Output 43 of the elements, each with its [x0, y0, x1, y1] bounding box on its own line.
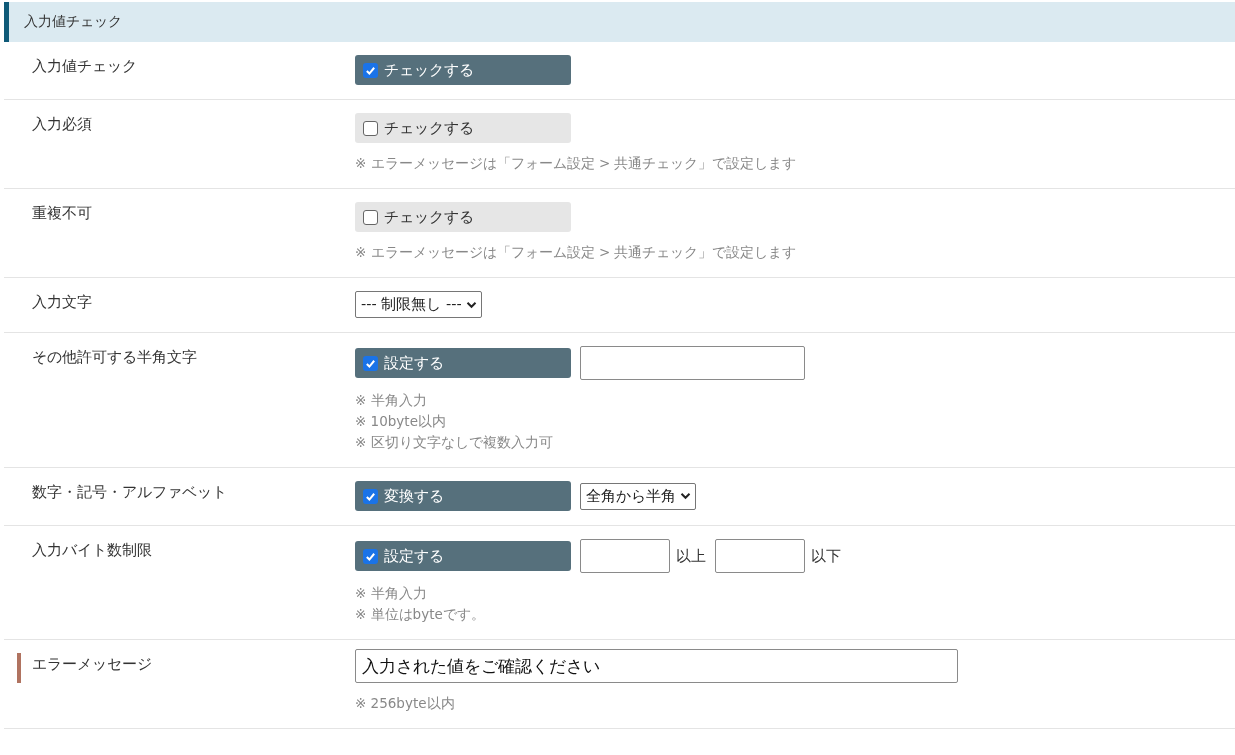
checkbox-option[interactable]: チェックする: [355, 55, 571, 85]
field-label: その他許可する半角文字: [32, 348, 197, 367]
field-label: 入力必須: [32, 115, 92, 134]
field-label: エラーメッセージ: [32, 655, 152, 674]
dropdown[interactable]: --- 制限無し ---: [355, 291, 482, 318]
field-label: 数字・記号・アルファベット: [32, 483, 227, 502]
input-field[interactable]: 入力された値をご確認ください: [355, 649, 958, 683]
checkbox[interactable]: [363, 355, 378, 371]
note-text: ※ 半角入力: [355, 584, 428, 603]
checkmark-icon: [365, 550, 376, 562]
note-text: ※ エラーメッセージは「フォーム設定 > 共通チェック」で設定します: [355, 243, 797, 262]
section-header: 入力値チェック: [4, 2, 1235, 42]
checkbox-option[interactable]: 設定する: [355, 541, 571, 571]
note-text: ※ エラーメッセージは「フォーム設定 > 共通チェック」で設定します: [355, 154, 797, 173]
note-text: ※ 単位はbyteです。: [355, 605, 486, 624]
dropdown[interactable]: 全角から半角: [580, 482, 696, 510]
checkbox-option[interactable]: チェックする: [355, 202, 571, 232]
input-field[interactable]: [715, 539, 805, 573]
checkmark-icon: [365, 490, 376, 502]
note-text: ※ 区切り文字なしで複数入力可: [355, 433, 554, 452]
checkbox[interactable]: [363, 209, 378, 225]
note-text: ※ 10byte以内: [355, 412, 447, 431]
field-label: 入力値チェック: [32, 57, 137, 76]
checkbox[interactable]: [363, 488, 378, 504]
unit-text: 以上: [676, 546, 706, 566]
checkbox-option[interactable]: チェックする: [355, 113, 571, 143]
input-field[interactable]: [580, 346, 805, 380]
field-label: 入力バイト数制限: [32, 541, 152, 560]
checkbox[interactable]: [363, 120, 378, 136]
note-text: ※ 256byte以内: [355, 694, 456, 713]
checkmark-icon: [365, 357, 376, 369]
field-label: 入力文字: [32, 293, 92, 312]
checkbox-option[interactable]: 設定する: [355, 348, 571, 378]
checkbox[interactable]: [363, 62, 378, 78]
checkmark-icon: [365, 64, 376, 76]
input-field[interactable]: [580, 539, 670, 573]
chevron-down-icon: [465, 300, 477, 309]
field-label: 重複不可: [32, 204, 92, 223]
unit-text: 以下: [811, 546, 841, 566]
checkbox-option[interactable]: 変換する: [355, 481, 571, 511]
checkbox[interactable]: [363, 548, 378, 564]
chevron-down-icon: [680, 492, 691, 500]
note-text: ※ 半角入力: [355, 391, 428, 410]
